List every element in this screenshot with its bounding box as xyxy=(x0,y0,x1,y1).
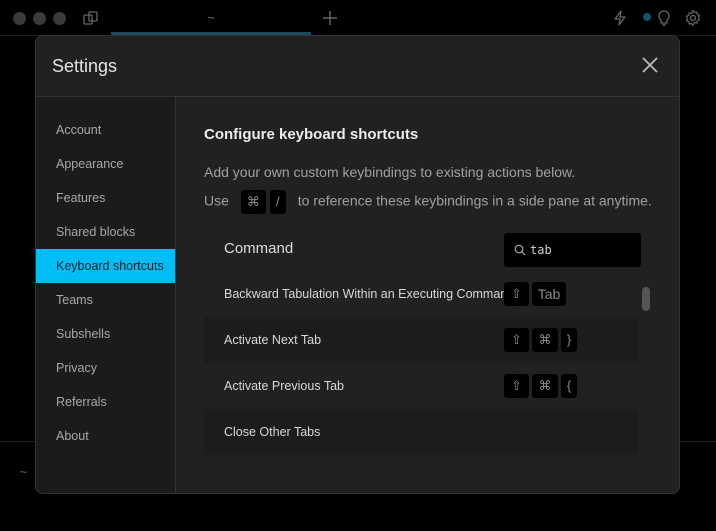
sidebar-item-subshells[interactable]: Subshells xyxy=(36,317,175,351)
settings-modal: Settings Account Appearance Features Sha… xyxy=(35,35,680,494)
shortcut-row[interactable]: Activate Next Tab ⇧ ⌘} xyxy=(204,317,639,363)
sidebar-item-privacy[interactable]: Privacy xyxy=(36,351,175,385)
search-icon xyxy=(514,244,526,256)
close-window-button[interactable] xyxy=(13,12,26,25)
title-bar: ~ xyxy=(0,0,716,36)
shortcut-row[interactable]: Close Other Tabs xyxy=(204,409,639,455)
keyboard-shortcuts-panel: Configure keyboard shortcuts Add your ow… xyxy=(176,97,679,493)
shortcuts-scrollbar[interactable] xyxy=(642,287,650,311)
shortcut-command: Close Other Tabs xyxy=(224,425,321,439)
cmd-key: ⌘ xyxy=(240,190,266,214)
shortcut-command: Activate Next Tab xyxy=(224,333,322,347)
hint-prefix: Use xyxy=(204,192,229,209)
tab-home[interactable]: ~ xyxy=(111,0,311,35)
gear-icon[interactable] xyxy=(684,9,702,27)
sidebar-item-keyboard-shortcuts[interactable]: Keyboard shortcuts xyxy=(36,249,175,283)
new-tab-icon[interactable] xyxy=(321,9,339,27)
shortcut-keys[interactable]: ⇧ Tab xyxy=(504,282,569,306)
sidebar-item-teams[interactable]: Teams xyxy=(36,283,175,317)
hint-suffix: to reference these keybindings in a side… xyxy=(297,192,652,209)
command-column-header: Command xyxy=(224,240,294,257)
sidebar-item-referrals[interactable]: Referrals xyxy=(36,385,175,419)
shortcut-keys[interactable]: ⇧ ⌘} xyxy=(504,328,580,352)
sidebar-item-features[interactable]: Features xyxy=(36,181,175,215)
prompt-indicator: ~ xyxy=(20,465,28,479)
cmd-key: ⌘ xyxy=(532,328,558,352)
close-brace-key: } xyxy=(561,328,577,352)
tab-key: Tab xyxy=(532,282,566,306)
lightning-icon[interactable] xyxy=(611,9,629,27)
settings-title: Settings xyxy=(52,56,118,76)
shortcut-row[interactable]: Backward Tabulation Within an Executing … xyxy=(204,271,639,317)
close-icon[interactable] xyxy=(641,56,659,74)
settings-sidebar: Account Appearance Features Shared block… xyxy=(36,97,176,493)
sidebar-item-about[interactable]: About xyxy=(36,419,175,453)
section-heading: Configure keyboard shortcuts xyxy=(204,126,419,143)
shift-key: ⇧ xyxy=(504,374,529,398)
shortcut-row[interactable]: Activate Previous Tab ⇧ ⌘{ xyxy=(204,363,639,409)
shift-key: ⇧ xyxy=(504,282,529,306)
sidebar-item-shared-blocks[interactable]: Shared blocks xyxy=(36,215,175,249)
shortcut-command: Backward Tabulation Within an Executing … xyxy=(224,287,515,301)
section-description: Add your own custom keybindings to exist… xyxy=(204,164,576,180)
notification-dot xyxy=(643,13,651,21)
shortcut-search[interactable] xyxy=(504,233,641,267)
maximize-window-button[interactable] xyxy=(53,12,66,25)
shortcut-command: Activate Previous Tab xyxy=(224,379,344,393)
sidebar-item-appearance[interactable]: Appearance xyxy=(36,147,175,181)
sidebar-item-account[interactable]: Account xyxy=(36,113,175,147)
search-input[interactable] xyxy=(530,233,635,267)
tabs-panel-icon[interactable] xyxy=(83,11,99,25)
shift-key: ⇧ xyxy=(504,328,529,352)
open-brace-key: { xyxy=(561,374,577,398)
lightbulb-icon[interactable] xyxy=(655,9,673,27)
minimize-window-button[interactable] xyxy=(33,12,46,25)
keybinding-hint: Use ⌘ / to reference these keybindings in… xyxy=(204,190,652,214)
settings-header: Settings xyxy=(36,36,679,97)
shortcut-keys[interactable]: ⇧ ⌘{ xyxy=(504,374,580,398)
slash-key: / xyxy=(269,190,286,214)
cmd-key: ⌘ xyxy=(532,374,558,398)
